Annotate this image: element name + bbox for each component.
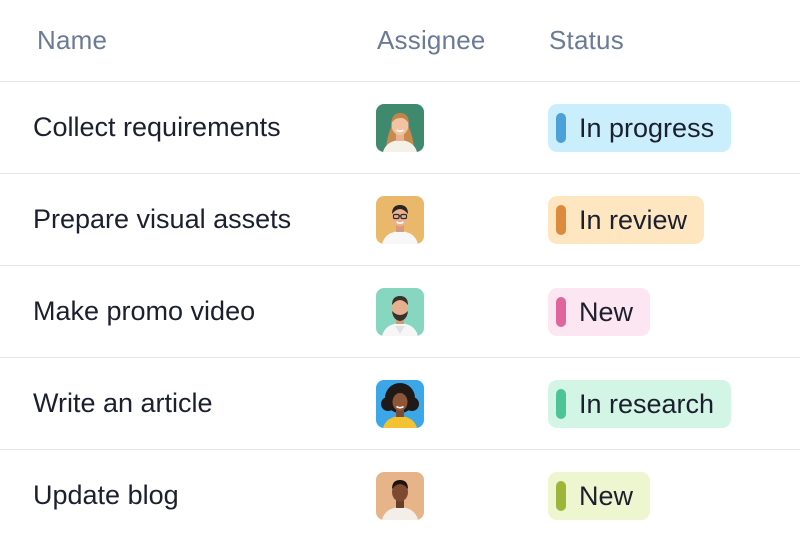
column-header-name[interactable]: Name [37, 25, 107, 56]
avatar-woman-blonde-icon [376, 104, 424, 152]
status-indicator [556, 205, 566, 235]
status-label: In progress [579, 112, 715, 143]
assignee-avatar[interactable] [376, 288, 424, 336]
task-name: Update blog [33, 480, 179, 510]
avatar-man-beard-icon [376, 288, 424, 336]
status-label: New [579, 296, 634, 327]
avatar-woman-curly-icon [376, 380, 424, 428]
task-name: Collect requirements [33, 112, 281, 142]
status-badge[interactable]: New [548, 472, 651, 520]
task-table: Name Assignee Status Collect requirement… [0, 0, 800, 520]
avatar-man-icon [376, 472, 424, 520]
assignee-avatar[interactable] [376, 104, 424, 152]
table-row[interactable]: Make promo video New [0, 266, 800, 358]
assignee-avatar[interactable] [376, 380, 424, 428]
task-name: Make promo video [33, 296, 256, 326]
table-row[interactable]: Update blog New [0, 450, 800, 541]
status-indicator [556, 297, 566, 327]
column-header-status[interactable]: Status [549, 25, 624, 56]
assignee-avatar[interactable] [376, 472, 424, 520]
status-label: New [579, 480, 634, 511]
table-header: Name Assignee Status [0, 0, 800, 82]
status-badge[interactable]: In review [548, 196, 705, 244]
avatar-man-glasses-icon [376, 196, 424, 244]
table-row[interactable]: Prepare visual assets In review [0, 174, 800, 266]
status-indicator [556, 389, 566, 419]
table-row[interactable]: Write an article In research [0, 358, 800, 450]
status-indicator [556, 481, 566, 511]
status-badge[interactable]: New [548, 288, 651, 336]
column-header-assignee[interactable]: Assignee [377, 25, 486, 56]
assignee-avatar[interactable] [376, 196, 424, 244]
status-badge[interactable]: In research [548, 380, 732, 428]
table-row[interactable]: Collect requirements In progress [0, 82, 800, 174]
status-badge[interactable]: In progress [548, 104, 732, 152]
task-name: Prepare visual assets [33, 204, 292, 234]
status-label: In review [579, 204, 688, 235]
status-label: In research [579, 388, 715, 419]
task-name: Write an article [33, 388, 213, 418]
status-indicator [556, 113, 566, 143]
